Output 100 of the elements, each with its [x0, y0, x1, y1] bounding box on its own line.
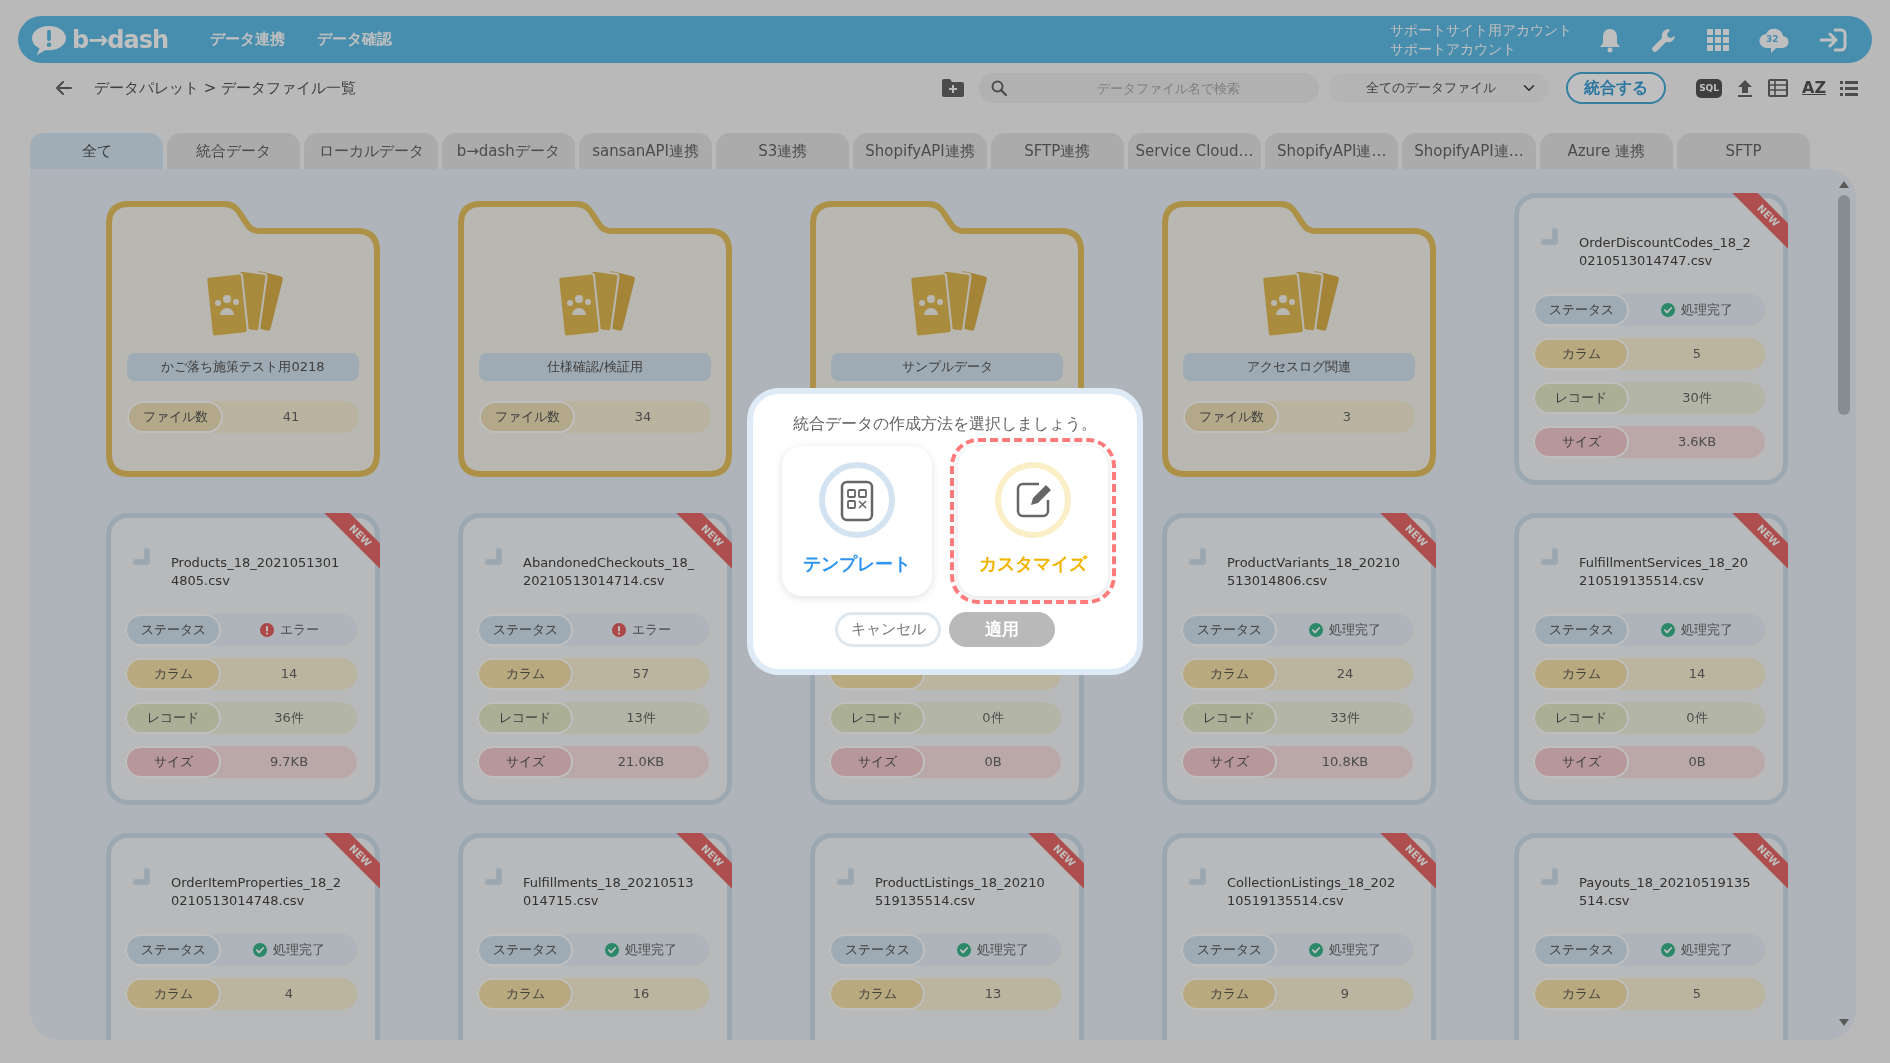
- field-label: レコード: [477, 702, 573, 734]
- status-text: エラー: [279, 621, 319, 640]
- field-value: 13: [984, 985, 1002, 1004]
- field-label: レコード: [829, 702, 925, 734]
- field-label: サイズ: [477, 746, 573, 778]
- tab[interactable]: ShopifyAPI連…: [1402, 133, 1536, 169]
- nav-link[interactable]: データ連携: [210, 28, 286, 51]
- breadcrumb: データパレット > データファイル一覧: [94, 77, 357, 99]
- file-corner-icon: [485, 868, 503, 886]
- file-corner-icon: [1189, 548, 1207, 566]
- tab[interactable]: ShopifyAPI連…: [1265, 133, 1399, 169]
- tab[interactable]: SFTP: [1676, 133, 1811, 169]
- file-corner-icon: [485, 548, 503, 566]
- file-corner-icon: [133, 868, 151, 886]
- tab[interactable]: ShopifyAPI連携: [853, 133, 987, 169]
- scrollbar-thumb[interactable]: [1838, 195, 1850, 415]
- edit-icon: [995, 462, 1071, 538]
- field-label: ステータス: [477, 614, 573, 646]
- folder-name: アクセスログ関連: [1183, 353, 1415, 381]
- field-label: ステータス: [1533, 934, 1629, 966]
- list-view-icon[interactable]: [1840, 80, 1858, 96]
- status-text: 処理完了: [273, 941, 325, 960]
- apps-grid-icon[interactable]: [1706, 27, 1730, 52]
- field-value: 34: [634, 408, 652, 427]
- status-text: 処理完了: [977, 941, 1029, 960]
- field-value: 4: [284, 985, 294, 1004]
- field-label: ファイル数: [127, 401, 223, 433]
- field-value: 3.6KB: [1677, 433, 1717, 452]
- file-corner-icon: [133, 548, 151, 566]
- field-label: カラム: [829, 978, 925, 1010]
- sort-button[interactable]: AZ: [1802, 76, 1826, 100]
- file-corner-icon: [837, 868, 855, 886]
- field-label: ステータス: [125, 934, 221, 966]
- tab[interactable]: S3連携: [716, 133, 850, 169]
- account-name: サポートアカウント: [1390, 39, 1517, 59]
- tab[interactable]: SFTP連携: [990, 133, 1124, 169]
- badge-count: 32: [1766, 32, 1779, 46]
- merge-button[interactable]: 統合する: [1566, 72, 1667, 104]
- file-corner-icon: [1541, 228, 1559, 246]
- file-corner-icon: [1541, 548, 1559, 566]
- sql-button[interactable]: SQL: [1696, 78, 1722, 98]
- field-value: 0件: [1686, 709, 1708, 728]
- bell-icon[interactable]: [1598, 26, 1622, 53]
- folder-name: かご落ち施策テスト用0218: [127, 353, 359, 381]
- field-value: 0B: [984, 753, 1002, 772]
- back-arrow-icon[interactable]: [56, 81, 72, 95]
- filter-select[interactable]: 全てのデータファイル: [1329, 73, 1550, 103]
- field-value: 16: [632, 985, 650, 1004]
- field-label: レコード: [125, 702, 221, 734]
- tab[interactable]: b→dashデータ: [441, 133, 575, 169]
- logo-text: b→dash: [72, 24, 169, 56]
- field-label: サイズ: [1533, 746, 1629, 778]
- account-name: サポートサイト用アカウント: [1390, 20, 1572, 40]
- tab[interactable]: 統合データ: [167, 133, 301, 169]
- tab[interactable]: 全て: [30, 133, 164, 169]
- folder-name: サンプルデータ: [831, 353, 1063, 381]
- scroll-up-icon[interactable]: [1839, 181, 1849, 188]
- sign-in-icon[interactable]: [1818, 26, 1848, 53]
- field-value: 5: [1692, 345, 1702, 364]
- nav-link[interactable]: データ確認: [317, 28, 393, 51]
- tab[interactable]: Azure 連携: [1539, 133, 1673, 169]
- field-label: ファイル数: [1183, 401, 1279, 433]
- status-text: 処理完了: [1681, 941, 1733, 960]
- scroll-down-icon[interactable]: [1839, 1019, 1849, 1026]
- field-label: ステータス: [1181, 614, 1277, 646]
- status-text: エラー: [631, 621, 671, 640]
- field-label: カラム: [125, 658, 221, 690]
- file-corner-icon: [1189, 868, 1207, 886]
- logo-icon: [30, 23, 68, 56]
- tab[interactable]: ローカルデータ: [304, 133, 438, 169]
- field-value: 10.8KB: [1321, 753, 1369, 772]
- field-label: サイズ: [1181, 746, 1277, 778]
- field-label: ステータス: [1533, 294, 1629, 326]
- field-value: 57: [632, 665, 650, 684]
- option-card[interactable]: テンプレート: [782, 446, 932, 596]
- field-value: 0件: [982, 709, 1004, 728]
- field-label: ステータス: [829, 934, 925, 966]
- cancel-button[interactable]: キャンセル: [835, 612, 941, 647]
- field-label: ステータス: [125, 614, 221, 646]
- field-value: 14: [1688, 665, 1706, 684]
- field-value: 3: [1342, 408, 1352, 427]
- field-value: 30件: [1682, 389, 1712, 408]
- table-icon[interactable]: [1768, 79, 1788, 97]
- field-label: ファイル数: [479, 401, 575, 433]
- field-label: レコード: [1181, 702, 1277, 734]
- template-icon: [819, 462, 895, 538]
- field-label: サイズ: [1533, 426, 1629, 458]
- field-label: カラム: [477, 658, 573, 690]
- field-label: カラム: [1533, 658, 1629, 690]
- field-label: カラム: [1533, 978, 1629, 1010]
- tab[interactable]: Service Cloud…: [1127, 133, 1262, 169]
- field-label: カラム: [1181, 658, 1277, 690]
- field-label: サイズ: [125, 746, 221, 778]
- upload-icon[interactable]: [1736, 78, 1754, 98]
- field-value: 21.0KB: [617, 753, 665, 772]
- field-value: 0B: [1688, 753, 1706, 772]
- folder-plus-icon[interactable]: [941, 78, 966, 98]
- field-value: 9.7KB: [269, 753, 309, 772]
- status-text: 処理完了: [1329, 941, 1381, 960]
- tab[interactable]: sansanAPI連携: [578, 133, 713, 169]
